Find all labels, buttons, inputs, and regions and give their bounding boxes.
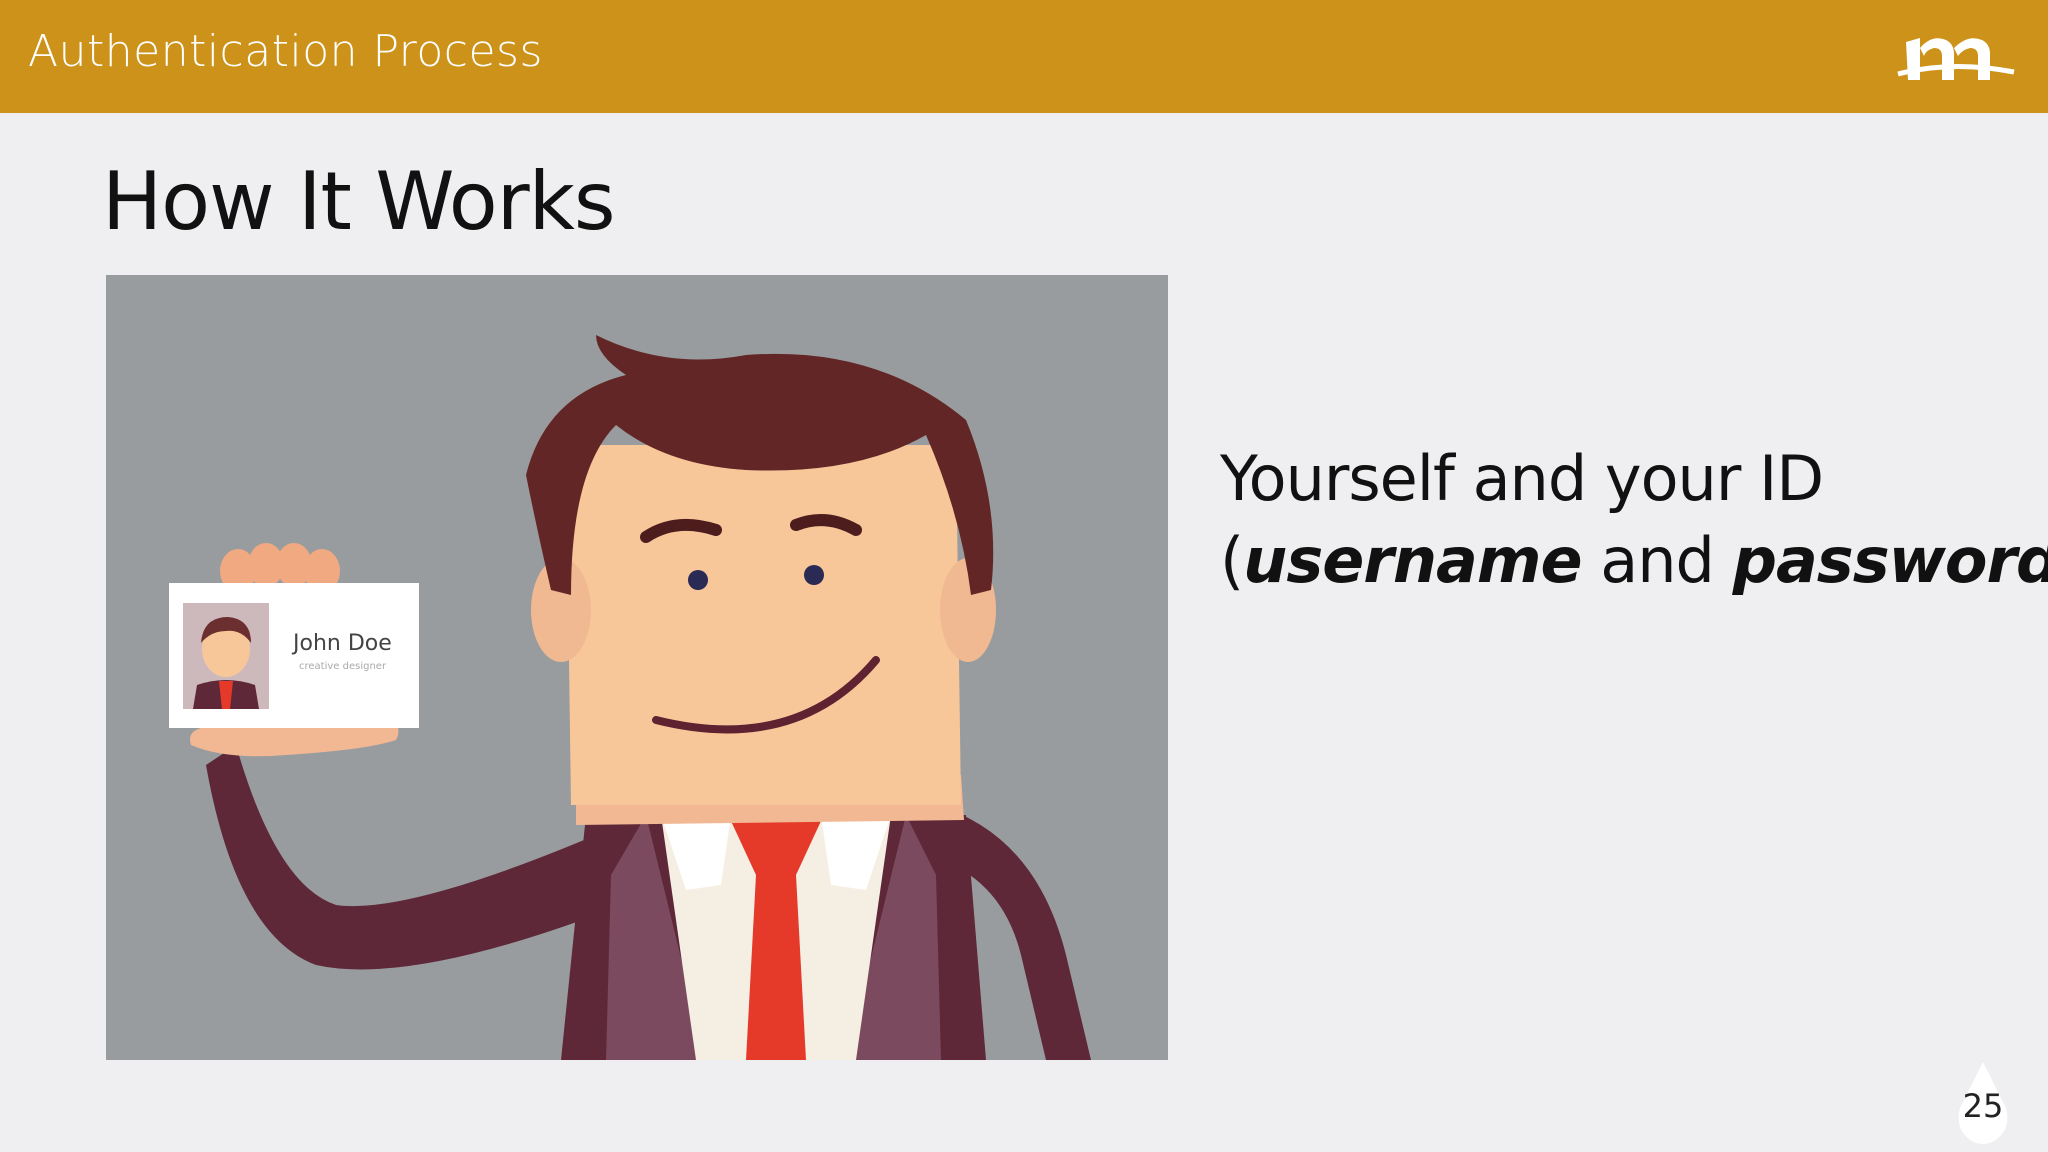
and-text: and [1581, 524, 1733, 597]
paren-open: ( [1220, 524, 1244, 597]
body-text: Yourself and your ID (username and passw… [1220, 438, 2048, 602]
id-card-photo [183, 603, 269, 709]
page-number: 25 [1962, 1087, 2004, 1125]
slide-title: How It Works [102, 155, 616, 248]
id-card-name: John Doe [293, 631, 392, 656]
body-text-line2: (username and password) [1220, 520, 2048, 602]
header-title: Authentication Process [28, 26, 543, 77]
header-bar: Authentication Process [0, 0, 2048, 113]
password-text: password [1732, 524, 2048, 597]
id-card-role: creative designer [299, 661, 387, 672]
businessman-illustration: John Doe creative designer [106, 275, 1168, 1060]
username-text: username [1243, 524, 1582, 597]
body-text-line1: Yourself and your ID [1220, 442, 1824, 515]
id-card: John Doe creative designer [169, 583, 419, 728]
m-logo-icon [1897, 38, 2015, 80]
